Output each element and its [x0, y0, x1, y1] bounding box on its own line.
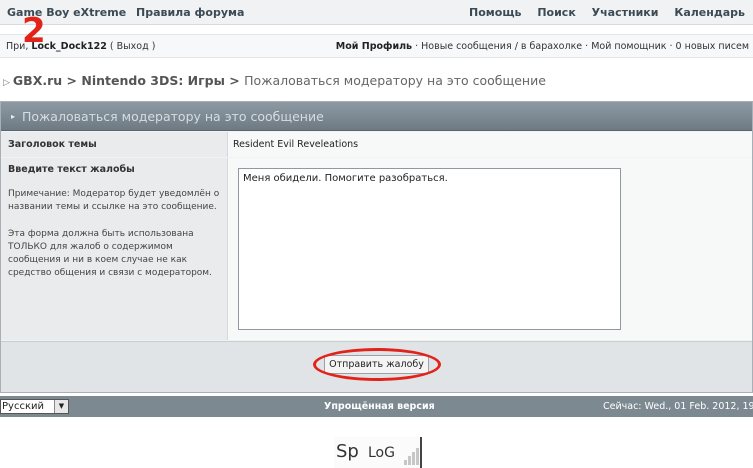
topic-value: Resident Evil Reveleations: [233, 139, 359, 150]
user-bar: При, Lock_Dock122 ( Выход ) Мой Профиль …: [0, 34, 753, 58]
submit-row: Отправить жалобу: [1, 341, 752, 392]
complaint-label: Введите текст жалобы: [8, 164, 135, 175]
my-profile-link[interactable]: Мой Профиль: [336, 41, 412, 52]
search-link[interactable]: Поиск: [537, 6, 575, 19]
form-title: Пожаловаться модератору на это сообщение: [22, 109, 324, 124]
splog-logo[interactable]: Sp LoG: [334, 437, 422, 468]
calendar-link[interactable]: Календарь: [674, 6, 745, 19]
signal-bars-icon: [404, 447, 420, 465]
topic-label: Заголовок темы: [8, 139, 97, 150]
complaint-textarea[interactable]: Меня обидели. Помогите разобраться.: [238, 168, 621, 330]
top-navigation: Game Boy eXtreme Правила форума Помощь П…: [0, 0, 753, 25]
current-time: Сейчас: Wed., 01 Feb. 2012, 19:2: [603, 401, 753, 412]
breadcrumb-site[interactable]: GBX.ru: [13, 73, 62, 88]
forum-rules-link[interactable]: Правила форума: [136, 6, 244, 19]
dropdown-arrow-icon[interactable]: ▼: [54, 400, 68, 413]
usage-notice: Эта форма должна быть использована ТОЛЬК…: [8, 229, 212, 278]
members-link[interactable]: Участники: [592, 6, 659, 19]
moderator-notice: Примечание: Модератор будет уведомлён о …: [8, 189, 220, 212]
user-links: Мой Профиль · Новые сообщения / в барахо…: [336, 41, 749, 52]
footer-bar: Русский ▼ Упрощённая версия Сейчас: Wed.…: [0, 396, 753, 417]
top-links: Помощь Поиск Участники Календарь: [457, 6, 745, 19]
breadcrumb-section[interactable]: Nintendo 3DS: Игры: [81, 73, 225, 88]
form-header: ▸ Пожаловаться модератору на это сообщен…: [1, 102, 752, 131]
collapse-triangle-icon: ▸: [11, 112, 16, 121]
complaint-row: Введите текст жалобы Примечание: Модерат…: [1, 158, 752, 340]
breadcrumb: ▷ GBX.ru > Nintendo 3DS: Игры > Пожаловат…: [3, 73, 546, 88]
report-form-panel: ▸ Пожаловаться модератору на это сообщен…: [0, 101, 753, 393]
topic-row: Заголовок темы Resident Evil Reveleation…: [1, 132, 752, 157]
help-link[interactable]: Помощь: [469, 6, 521, 19]
lite-version-link[interactable]: Упрощённая версия: [324, 401, 435, 412]
logout-link[interactable]: ( Выход ): [110, 41, 155, 52]
breadcrumb-arrow-icon: ▷: [3, 78, 10, 88]
annotation-number: 2: [22, 11, 46, 51]
submit-complaint-button[interactable]: Отправить жалобу: [324, 355, 429, 374]
language-select[interactable]: Русский ▼: [0, 399, 69, 414]
user-quick-links[interactable]: · Новые сообщения / в барахолке · Мой по…: [415, 41, 749, 52]
breadcrumb-current: Пожаловаться модератору на это сообщение: [244, 73, 546, 88]
